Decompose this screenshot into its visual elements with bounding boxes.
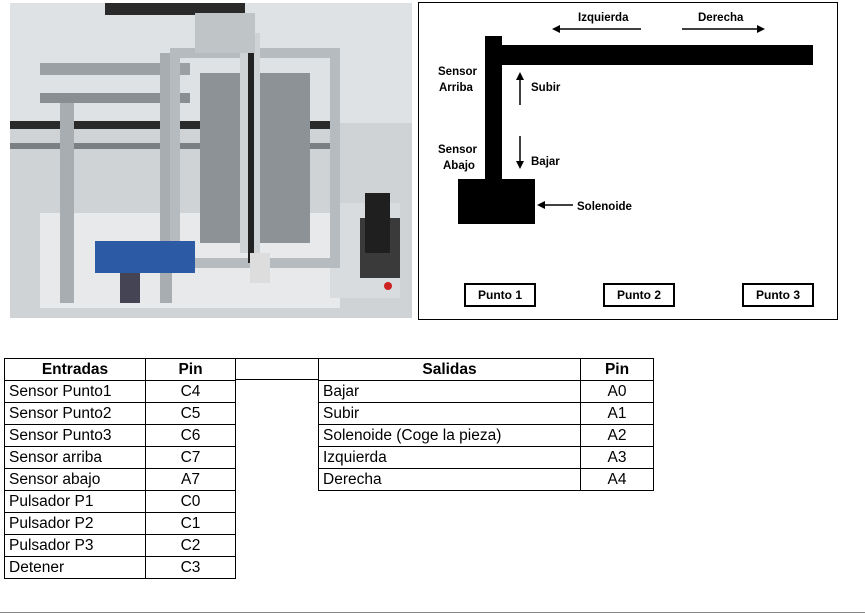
table-row: Pulsador P3 C2: [4, 534, 236, 557]
outputs-table: Salidas Pin Bajar A0 Subir A1 Solenoide (C…: [318, 358, 654, 491]
point-3-box: Punto 3: [742, 283, 814, 307]
input-pin: A7: [145, 468, 236, 491]
table-row: Pulsador P2 C1: [4, 512, 236, 535]
table-row: Derecha A4: [318, 468, 654, 491]
input-name: Pulsador P1: [4, 490, 146, 513]
output-name: Izquierda: [318, 446, 581, 469]
input-name: Sensor Punto2: [4, 402, 146, 425]
horizontal-beam: [485, 45, 813, 65]
output-name: Derecha: [318, 468, 581, 491]
point-1-box: Punto 1: [464, 283, 536, 307]
header-pin: Pin: [580, 358, 654, 381]
down-arrow-head-icon: [516, 161, 524, 169]
label-izquierda: Izquierda: [578, 12, 629, 24]
header-pin: Pin: [145, 358, 236, 381]
left-arrow-head-icon: [552, 25, 560, 33]
table-row: Sensor arriba C7: [4, 446, 236, 469]
input-name: Sensor Punto1: [4, 380, 146, 403]
input-pin: C0: [145, 490, 236, 513]
table-row: Izquierda A3: [318, 446, 654, 469]
table-header-row: Entradas Pin: [4, 358, 236, 381]
input-pin: C1: [145, 512, 236, 535]
header-salidas: Salidas: [318, 358, 581, 381]
label-derecha: Derecha: [698, 12, 744, 24]
input-name: Detener: [4, 556, 146, 579]
label-sensor-arriba-line1: Sensor: [438, 66, 477, 78]
output-name: Solenoide (Coge la pieza): [318, 424, 581, 447]
input-name: Pulsador P3: [4, 534, 146, 557]
input-name: Sensor arriba: [4, 446, 146, 469]
output-pin: A4: [580, 468, 654, 491]
output-pin: A2: [580, 424, 654, 447]
input-pin: C3: [145, 556, 236, 579]
table-row: Sensor Punto3 C6: [4, 424, 236, 447]
input-pin: C7: [145, 446, 236, 469]
solenoid-arrow-head-icon: [537, 201, 545, 209]
vertical-column: [485, 36, 502, 186]
input-name: Pulsador P2: [4, 512, 146, 535]
table-spacer: [235, 358, 318, 380]
table-row: Detener C3: [4, 556, 236, 579]
point-2-box: Punto 2: [603, 283, 675, 307]
label-subir: Subir: [531, 82, 561, 94]
input-name: Sensor abajo: [4, 468, 146, 491]
solenoid-block: [458, 179, 535, 224]
table-row: Sensor abajo A7: [4, 468, 236, 491]
table-row: Subir A1: [318, 402, 654, 425]
table-row: Bajar A0: [318, 380, 654, 403]
table-row: Solenoide (Coge la pieza) A2: [318, 424, 654, 447]
right-arrow-head-icon: [757, 25, 765, 33]
label-solenoide: Solenoide: [577, 201, 632, 213]
output-pin: A0: [580, 380, 654, 403]
up-arrow-head-icon: [516, 72, 524, 80]
label-sensor-arriba-line2: Arriba: [439, 82, 473, 94]
input-name: Sensor Punto3: [4, 424, 146, 447]
input-pin: C4: [145, 380, 236, 403]
input-pin: C6: [145, 424, 236, 447]
label-sensor-abajo-line2: Abajo: [443, 160, 475, 172]
machine-diagram: Izquierda Derecha Sensor Arriba Subir Se…: [418, 2, 838, 320]
label-sensor-abajo-line1: Sensor: [438, 144, 477, 156]
machine-photo-drawing: [10, 3, 412, 318]
input-pin: C5: [145, 402, 236, 425]
output-name: Subir: [318, 402, 581, 425]
machine-photo: [10, 3, 412, 318]
table-header-row: Salidas Pin: [318, 358, 654, 381]
label-bajar: Bajar: [531, 156, 560, 168]
table-row: Pulsador P1 C0: [4, 490, 236, 513]
output-name: Bajar: [318, 380, 581, 403]
page-divider: [0, 612, 865, 613]
header-entradas: Entradas: [4, 358, 146, 381]
output-pin: A3: [580, 446, 654, 469]
inputs-table: Entradas Pin Sensor Punto1 C4 Sensor Punt…: [4, 358, 236, 579]
output-pin: A1: [580, 402, 654, 425]
table-row: Sensor Punto2 C5: [4, 402, 236, 425]
table-row: Sensor Punto1 C4: [4, 380, 236, 403]
input-pin: C2: [145, 534, 236, 557]
